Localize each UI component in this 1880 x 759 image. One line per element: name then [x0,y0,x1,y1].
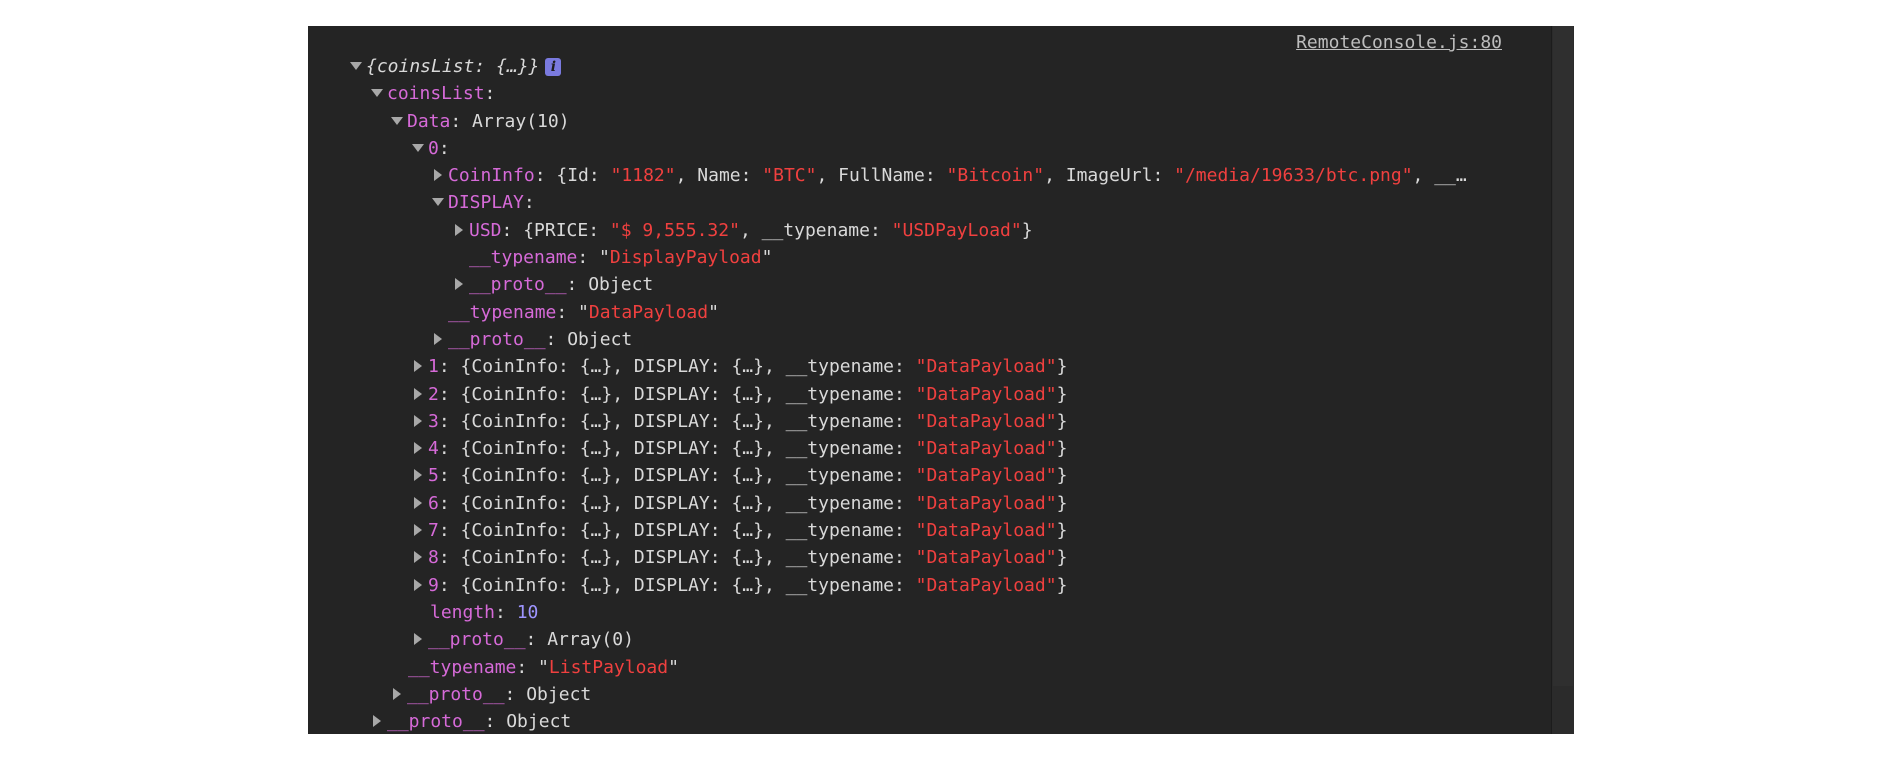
expand-triangle-icon[interactable] [373,715,381,728]
collapse-triangle-icon[interactable] [412,143,424,152]
item-0-key: 0 [428,137,439,159]
data-key: Data [407,110,451,132]
tree-row-item[interactable]: 4: {CoinInfo: {…}, DISPLAY: {…}, __typen… [308,435,1508,462]
coinslist-key: coinsList [387,83,485,105]
tree-row-root[interactable]: {coinsList: {…}} i [308,53,1508,80]
collapse-triangle-icon[interactable] [391,116,403,125]
tree-row-item[interactable]: 3: {CoinInfo: {…}, DISPLAY: {…}, __typen… [308,408,1508,435]
tree-row-display-typename: __typename: "DisplayPayload" [469,247,773,269]
tree-row-item0-typename: __typename: "DataPayload" [448,301,719,323]
expand-triangle-icon[interactable] [455,278,463,291]
expand-triangle-icon[interactable] [393,687,401,700]
tree-row-display-proto[interactable]: __proto__: Object [308,271,1508,298]
tree-row-item0-proto[interactable]: __proto__: Object [308,326,1508,353]
length-value: 10 [516,601,539,623]
info-icon[interactable]: i [545,58,562,76]
expand-triangle-icon[interactable] [414,442,422,455]
data-value: : Array(10) [450,110,570,132]
tree-row-item-0[interactable]: 0: [308,135,1508,162]
expand-triangle-icon[interactable] [414,551,422,564]
expand-triangle-icon[interactable] [434,169,442,182]
usd-key: USD [469,219,502,241]
tree-row-data[interactable]: Data: Array(10) [308,108,1508,135]
tree-row-item[interactable]: 9: {CoinInfo: {…}, DISPLAY: {…}, __typen… [308,572,1508,599]
collapse-triangle-icon[interactable] [432,198,444,207]
tree-row-item[interactable]: 5: {CoinInfo: {…}, DISPLAY: {…}, __typen… [308,462,1508,489]
expand-triangle-icon[interactable] [414,469,422,482]
tree-row-list-typename: __typename: "ListPayload" [408,656,679,678]
tree-row-coinslist-proto[interactable]: __proto__: Object [308,681,1508,708]
expand-triangle-icon[interactable] [414,414,422,427]
expand-triangle-icon[interactable] [414,496,422,509]
usd-price: "$ 9,555.32" [609,219,740,241]
expand-triangle-icon[interactable] [414,360,422,373]
tree-row-coininfo[interactable]: CoinInfo: {Id: "1182", Name: "BTC", Full… [308,162,1508,189]
tree-row-length: length: 10 [430,601,539,623]
coininfo-key: CoinInfo [448,165,535,187]
object-tree: {coinsList: {…}} i coinsList: Data: Array… [308,53,1508,734]
tree-row-item[interactable]: 2: {CoinInfo: {…}, DISPLAY: {…}, __typen… [308,381,1508,408]
tree-row-item[interactable]: 6: {CoinInfo: {…}, DISPLAY: {…}, __typen… [308,490,1508,517]
collapse-triangle-icon[interactable] [350,62,362,70]
root-summary: {coinsList: {…}} [366,56,540,77]
expand-triangle-icon[interactable] [455,223,463,236]
collapse-triangle-icon[interactable] [371,89,383,98]
devtools-console-panel: RemoteConsole.js:80 {coinsList: {…}} i co… [308,26,1574,734]
expand-triangle-icon[interactable] [414,524,422,537]
tree-row-item[interactable]: 7: {CoinInfo: {…}, DISPLAY: {…}, __typen… [308,517,1508,544]
expand-triangle-icon[interactable] [414,633,422,646]
tree-row-display[interactable]: DISPLAY: [308,189,1508,216]
source-link[interactable]: RemoteConsole.js:80 [1296,32,1502,53]
display-key: DISPLAY [448,192,524,214]
expand-triangle-icon[interactable] [414,578,422,591]
tree-row-item[interactable]: 8: {CoinInfo: {…}, DISPLAY: {…}, __typen… [308,544,1508,571]
scrollbar-track[interactable] [1551,26,1574,734]
tree-row-root-proto[interactable]: __proto__: Object [308,708,1508,734]
expand-triangle-icon[interactable] [414,387,422,400]
scrollbar-thumb[interactable] [1553,26,1573,686]
tree-row-data-proto[interactable]: __proto__: Array(0) [308,626,1508,653]
tree-row-item[interactable]: 1: {CoinInfo: {…}, DISPLAY: {…}, __typen… [308,353,1508,380]
tree-row-coinslist[interactable]: coinsList: [308,80,1508,107]
tree-row-usd[interactable]: USD: {PRICE: "$ 9,555.32", __typename: "… [308,217,1508,244]
expand-triangle-icon[interactable] [434,332,442,345]
